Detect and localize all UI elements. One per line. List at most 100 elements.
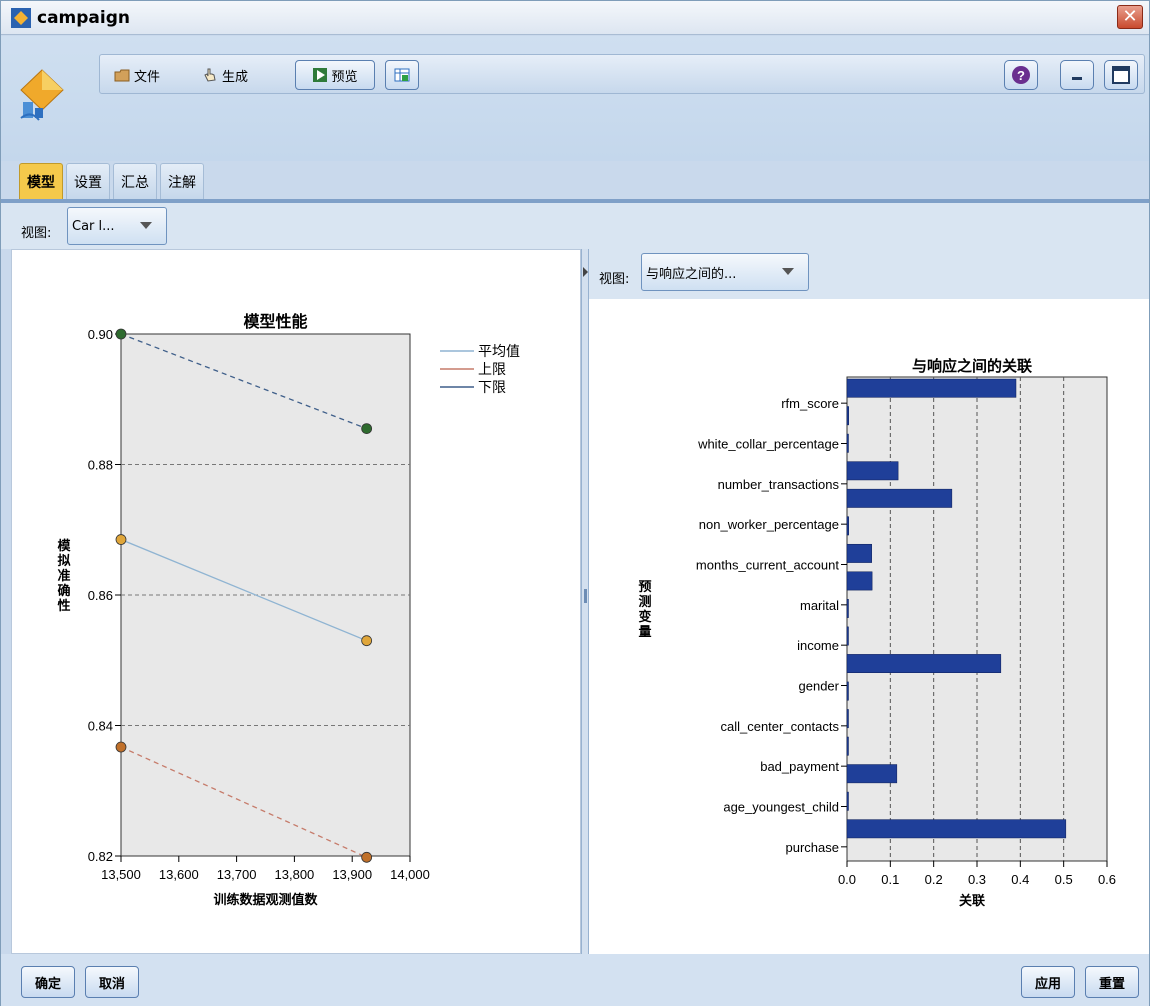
x-axis-label: 关联	[959, 893, 985, 908]
generate-menu-label: 生成	[222, 69, 249, 85]
model-performance-chart: 模型性能 0.90 0.88 0.86 0.84 0.82 13,500 13,600 13,7…	[57, 312, 520, 907]
help-button[interactable]: ?	[1004, 60, 1038, 90]
y-tick-label: 0.90	[88, 327, 113, 342]
close-button[interactable]: ✕	[1117, 5, 1143, 29]
right-view-label: 视图:	[599, 272, 630, 287]
bottom-bar: 确定 取消 应用 重置	[1, 954, 1149, 1006]
minimize-icon	[1072, 77, 1082, 80]
y-axis-label: 预测变量	[638, 579, 651, 639]
generate-menu[interactable]: 生成	[202, 65, 248, 85]
bar	[846, 461, 899, 481]
folder-icon	[114, 69, 130, 82]
y-tick-label: income	[797, 638, 839, 653]
apply-button[interactable]: 应用	[1021, 966, 1075, 998]
series-point-0	[361, 635, 373, 647]
y-tick-label: gender	[799, 679, 840, 694]
y-tick-label: 0.88	[88, 458, 113, 473]
maximize-button[interactable]	[1104, 60, 1138, 90]
x-tick-label: 0.2	[925, 872, 943, 887]
x-tick-label: 14,000	[390, 867, 430, 882]
chevron-down-icon	[782, 268, 794, 275]
view-row: 视图: Car l...	[1, 203, 1149, 249]
bar	[846, 736, 849, 756]
diamond-model-icon	[11, 8, 31, 28]
window-title: campaign	[37, 8, 131, 28]
legend-label: 上限	[478, 361, 506, 377]
maximize-icon	[1112, 66, 1130, 84]
series-point-1	[115, 328, 127, 340]
hand-pointer-icon	[204, 68, 216, 82]
minimize-button[interactable]	[1060, 60, 1094, 90]
y-tick-label: months_current_account	[696, 558, 839, 573]
tab-model[interactable]: 模型	[19, 163, 63, 199]
y-tick-label: 0.82	[88, 849, 113, 864]
right-view-row: 视图: 与响应之间的...	[589, 249, 1149, 299]
tab-annotation[interactable]: 注解	[160, 163, 204, 199]
series-point-0	[115, 534, 127, 545]
x-axis-label: 训练数据观测值数	[213, 892, 318, 907]
y-tick-label: rfm_score	[781, 396, 839, 411]
x-tick-label: 0.1	[881, 872, 899, 887]
cancel-button[interactable]: 取消	[85, 966, 139, 998]
reset-button[interactable]: 重置	[1085, 966, 1139, 998]
title-bar: campaign ✕	[1, 1, 1149, 35]
window: campaign ✕ 文件 生成 预览 ? 模型 设置 汇总 注解 视图: Ca…	[0, 0, 1150, 1006]
tab-bar: 模型 设置 汇总 注解	[19, 163, 204, 199]
y-tick-label: age_youngest_child	[723, 800, 839, 815]
association-panel: 视图: 与响应之间的... 与响应之间的关联 0.0 0.1 0.2 0.3 0.4 0.5…	[589, 249, 1149, 954]
file-menu[interactable]: 文件	[114, 65, 160, 85]
file-menu-label: 文件	[134, 69, 161, 85]
legend-label: 下限	[478, 379, 506, 395]
bar	[846, 819, 1067, 839]
x-tick-label: 0.4	[1011, 872, 1029, 887]
bar	[846, 791, 849, 811]
y-tick-label: call_center_contacts	[720, 719, 839, 734]
play-icon	[313, 68, 328, 82]
view-label: 视图:	[21, 226, 52, 241]
series-point-2	[115, 741, 127, 753]
chevron-down-icon	[140, 222, 152, 229]
bar	[846, 433, 849, 453]
x-tick-label: 0.5	[1055, 872, 1073, 887]
bar	[846, 654, 1002, 673]
x-tick-label: 0.0	[838, 872, 856, 887]
association-chart: 与响应之间的关联 0.0 0.1 0.2 0.3 0.4 0.5 0.6 关联 预测变量 rfm_s…	[638, 357, 1116, 908]
tab-settings[interactable]: 设置	[66, 163, 110, 199]
preview-label: 预览	[331, 69, 358, 85]
x-tick-label: 0.6	[1098, 872, 1116, 887]
series-point-2	[361, 851, 373, 863]
toolbar-area: 文件 生成 预览 ?	[1, 36, 1149, 161]
ok-button[interactable]: 确定	[21, 966, 75, 998]
panel-splitter[interactable]	[581, 249, 589, 954]
preview-button[interactable]: 预览	[295, 60, 375, 90]
x-tick-label: 13,500	[101, 867, 141, 882]
y-tick-label: white_collar_percentage	[697, 437, 839, 452]
table-plus-icon	[394, 68, 410, 82]
tab-summary[interactable]: 汇总	[113, 163, 157, 199]
bar	[846, 626, 849, 646]
series-point-1	[361, 423, 373, 435]
bar	[846, 516, 849, 536]
x-tick-label: 0.3	[968, 872, 986, 887]
bar	[846, 378, 1017, 398]
y-tick-label: 0.84	[88, 719, 113, 734]
view-select[interactable]: Car l...	[67, 207, 167, 245]
model-performance-panel: 模型性能 0.90 0.88 0.86 0.84 0.82 13,500 13,600 13,7…	[11, 249, 581, 954]
chart-title: 模型性能	[243, 312, 307, 331]
y-tick-label: non_worker_percentage	[699, 517, 839, 532]
bar	[846, 571, 873, 591]
right-view-select[interactable]: 与响应之间的...	[641, 253, 809, 291]
legend-label: 平均值	[478, 343, 520, 359]
x-tick-label: 13,800	[275, 867, 315, 882]
x-tick-label: 13,600	[159, 867, 199, 882]
view-select-value: Car l...	[72, 218, 115, 234]
y-tick-label: purchase	[786, 840, 839, 855]
add-to-stream-button[interactable]	[385, 60, 419, 90]
y-tick-label: bad_payment	[760, 759, 839, 774]
bar	[846, 543, 872, 563]
model-nugget-icon	[20, 69, 64, 121]
menu-bar: 文件 生成 预览 ?	[99, 54, 1145, 94]
help-icon: ?	[1012, 66, 1030, 84]
bar	[846, 488, 953, 508]
chart-title: 与响应之间的关联	[912, 357, 1033, 375]
